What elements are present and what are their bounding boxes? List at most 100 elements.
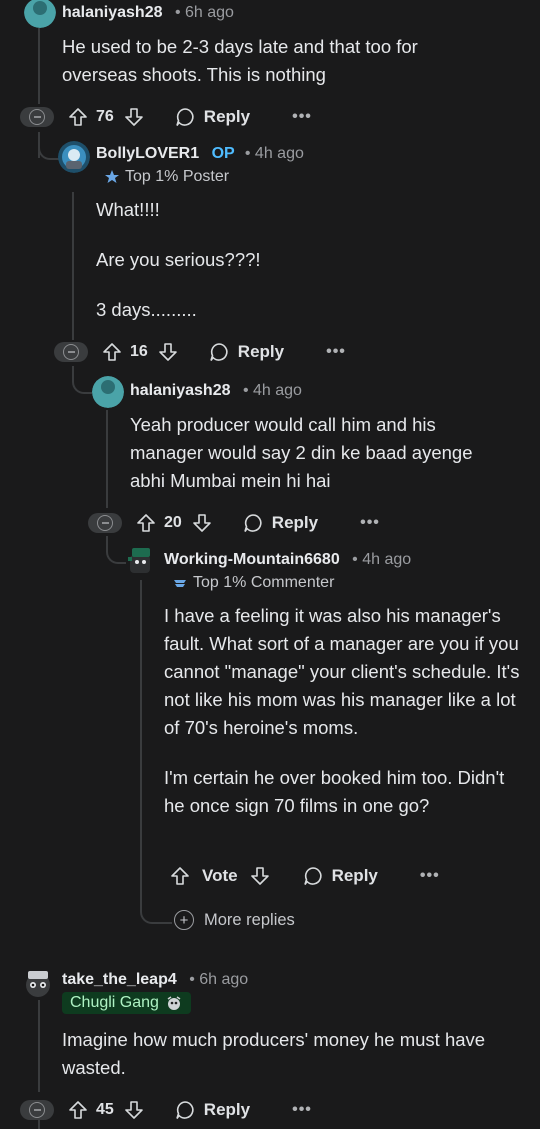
username[interactable]: Working-Mountain6680	[164, 551, 340, 568]
thread-connector	[140, 896, 172, 924]
collapse-icon	[63, 344, 79, 360]
avatar-icon	[26, 971, 50, 997]
collapse-button[interactable]	[54, 342, 88, 362]
user-flair: Top 1% Poster	[104, 168, 229, 186]
avatar[interactable]	[22, 965, 54, 999]
thread-line	[106, 410, 108, 508]
vote-count: 45	[96, 1101, 114, 1118]
downvote-icon[interactable]	[124, 107, 144, 127]
upvote-icon[interactable]	[136, 513, 156, 533]
more-options-button[interactable]: •••	[420, 867, 440, 885]
reply-label: Reply	[203, 1100, 251, 1119]
plus-icon: +	[174, 910, 194, 930]
avatar-icon	[92, 376, 124, 408]
vote-count: 76	[96, 108, 114, 125]
username[interactable]: BollyLOVER1	[96, 145, 199, 162]
thread-line	[140, 580, 142, 898]
comment-actions: 16 Reply •••	[54, 338, 346, 366]
vote-count: 16	[130, 343, 148, 360]
comment-actions: Vote Reply •••	[170, 862, 440, 890]
comment-paragraph: I have a feeling it was also his manager…	[164, 605, 520, 738]
timestamp: • 6h ago	[174, 4, 234, 21]
avatar[interactable]	[58, 141, 90, 173]
collapse-button[interactable]	[20, 107, 54, 127]
comment-paragraph: Imagine how much producers' money he mus…	[62, 1029, 486, 1078]
thread-connector	[72, 366, 92, 394]
username[interactable]: halaniyash28	[62, 4, 163, 21]
vote-count: 20	[164, 514, 182, 531]
upvote-icon[interactable]	[68, 1100, 88, 1120]
downvote-icon[interactable]	[250, 866, 270, 886]
comment-body: I have a feeling it was also his manager…	[164, 602, 520, 820]
vote-count: Vote	[202, 866, 238, 885]
avatar-icon	[128, 548, 150, 573]
more-options-button[interactable]: •••	[326, 343, 346, 361]
timestamp-text: 4h ago	[254, 145, 304, 162]
comment-author[interactable]: take_the_leap4 • 6h ago	[62, 971, 248, 989]
timestamp-text: 4h ago	[253, 382, 302, 399]
comment-paragraph: Are you serious???!	[96, 249, 261, 270]
reply-label: Reply	[331, 866, 378, 885]
comment-paragraph: He used to be 2-3 days late and that too…	[62, 36, 418, 85]
reply-button[interactable]: Reply	[302, 865, 378, 887]
user-flair: Chugli Gang	[62, 992, 191, 1014]
thread-line	[72, 192, 74, 340]
more-options-button[interactable]: •••	[292, 1101, 312, 1119]
reply-icon	[210, 343, 228, 361]
collapse-icon	[29, 109, 45, 125]
thread-line	[38, 28, 40, 104]
comment-author[interactable]: halaniyash28 • 4h ago	[130, 382, 302, 400]
timestamp: • 4h ago	[244, 145, 304, 162]
reply-icon	[176, 108, 194, 126]
timestamp-text: 4h ago	[362, 551, 412, 568]
timestamp: • 6h ago	[189, 971, 249, 988]
upvote-icon[interactable]	[68, 107, 88, 127]
reply-label: Reply	[237, 342, 285, 361]
comment-author[interactable]: halaniyash28 • 6h ago	[62, 4, 234, 22]
timestamp: • 4h ago	[352, 551, 412, 568]
more-options-button[interactable]: •••	[360, 514, 380, 532]
comment-body: What!!!! Are you serious???! 3 days.....…	[96, 196, 496, 324]
avatar[interactable]	[92, 376, 124, 408]
comment-paragraph: What!!!!	[96, 199, 160, 220]
username[interactable]: halaniyash28	[130, 382, 231, 399]
upvote-icon[interactable]	[170, 866, 190, 886]
more-options-button[interactable]: •••	[292, 108, 312, 126]
reply-label: Reply	[203, 107, 251, 126]
avatar[interactable]	[24, 0, 56, 28]
collapse-button[interactable]	[88, 513, 122, 533]
username[interactable]: take_the_leap4	[62, 971, 177, 988]
reply-label: Reply	[271, 513, 319, 532]
upvote-icon[interactable]	[102, 342, 122, 362]
comment-author[interactable]: BollyLOVER1 OP • 4h ago	[96, 145, 304, 163]
comment-paragraph: 3 days.........	[96, 299, 197, 320]
flair-emoji-icon	[167, 996, 181, 1010]
collapse-button[interactable]	[20, 1100, 54, 1120]
flair-label: Top 1% Commenter	[193, 574, 335, 591]
user-flair: Top 1% Commenter	[172, 574, 334, 592]
trophy-icon	[174, 580, 186, 587]
comment-actions: 76 Reply •••	[20, 103, 312, 131]
op-badge: OP	[211, 145, 235, 162]
downvote-icon[interactable]	[192, 513, 212, 533]
timestamp: • 4h ago	[242, 382, 302, 399]
reply-button[interactable]: Reply	[174, 106, 250, 128]
comment-actions: 20 Reply •••	[88, 509, 380, 537]
downvote-icon[interactable]	[124, 1100, 144, 1120]
collapse-icon	[29, 1102, 45, 1118]
reply-icon	[176, 1101, 194, 1119]
comment-author[interactable]: Working-Mountain6680 • 4h ago	[164, 551, 411, 569]
reply-icon	[303, 867, 322, 885]
avatar-icon	[58, 141, 90, 173]
flair-label: Top 1% Poster	[125, 168, 230, 185]
thread-line	[38, 1000, 40, 1092]
more-replies-button[interactable]: + More replies	[174, 910, 295, 930]
reply-button[interactable]: Reply	[208, 341, 284, 363]
reply-button[interactable]: Reply	[242, 512, 318, 534]
comment-body: Yeah producer would call him and his man…	[130, 411, 510, 495]
avatar[interactable]	[126, 545, 156, 577]
reply-button[interactable]: Reply	[174, 1099, 250, 1121]
downvote-icon[interactable]	[158, 342, 178, 362]
comment-paragraph: I'm certain he over booked him too. Didn…	[164, 767, 505, 816]
thread-connector	[106, 536, 126, 564]
